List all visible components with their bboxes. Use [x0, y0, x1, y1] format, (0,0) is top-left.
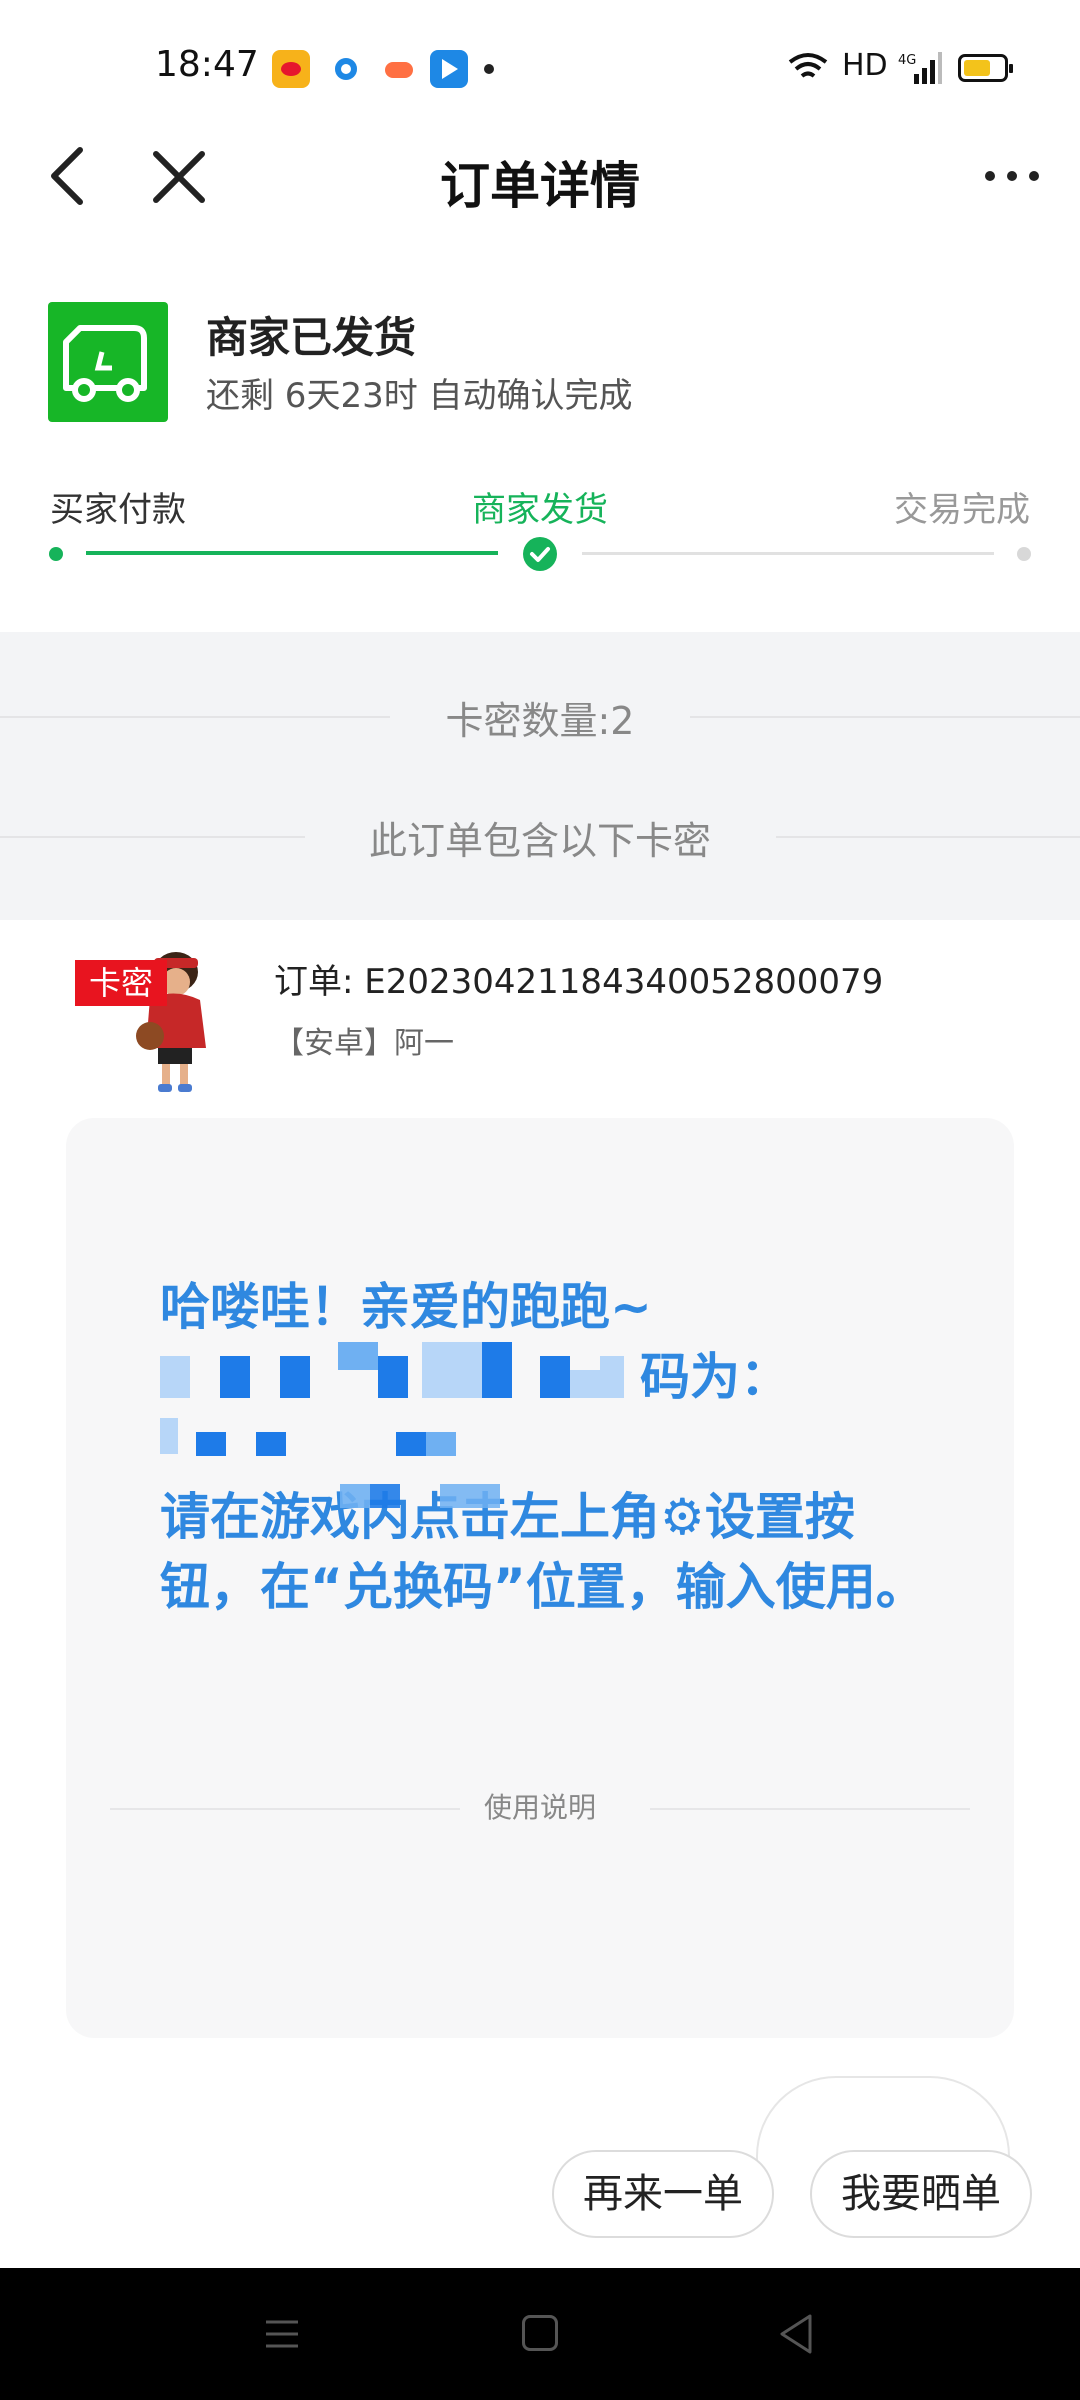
weibo-icon [272, 50, 310, 88]
status-time: 18:47 [155, 44, 259, 85]
signal-4g-icon: 4G [898, 52, 942, 84]
redacted-message-patch [220, 1484, 550, 1524]
order-number: 订单: E20230421184340052800079 [274, 962, 884, 1002]
delivery-truck-icon [48, 302, 168, 422]
message-redeem-code-label: 码为： [640, 1348, 790, 1406]
auto-confirm-countdown: 还剩 6天23时 自动确认完成 [206, 376, 633, 416]
more-options-icon[interactable] [982, 166, 1042, 186]
page-title: 订单详情 [440, 157, 640, 215]
progress-check-icon [523, 537, 557, 571]
step-transaction-complete: 交易完成 [894, 490, 1030, 530]
card-secret-header [0, 632, 1080, 920]
progress-line-pending [582, 552, 994, 555]
system-back-icon[interactable] [776, 2313, 816, 2355]
svg-text:4G: 4G [898, 53, 916, 68]
recent-apps-icon[interactable] [264, 2318, 300, 2350]
usage-instructions-label[interactable]: 使用说明 [0, 1786, 1080, 1826]
progress-line-completed [86, 551, 498, 555]
reorder-button[interactable]: 再来一单 [552, 2150, 774, 2238]
send-arrow-icon [430, 50, 468, 88]
progress-dot-completed [49, 547, 63, 561]
product-name: 【安卓】阿一 [274, 1026, 454, 1061]
card-secret-count: 卡密数量:2 [445, 699, 635, 743]
wifi-icon [788, 53, 828, 78]
app-circle-icon [327, 50, 365, 88]
home-icon[interactable] [522, 2315, 558, 2351]
network-label: HD [842, 48, 888, 83]
share-review-button[interactable]: 我要晒单 [810, 2150, 1032, 2238]
shipping-status-title: 商家已发货 [206, 313, 417, 362]
battery-icon [958, 54, 1013, 82]
redacted-redeem-code [160, 1412, 480, 1472]
more-notifications-dot-icon [484, 64, 494, 74]
message-greeting: 哈喽哇！亲爱的跑跑~ [160, 1278, 652, 1336]
game-controller-icon [380, 50, 418, 88]
card-secret-tag: 卡密 [75, 960, 167, 1006]
card-secret-description: 此订单包含以下卡密 [368, 819, 711, 863]
progress-dot-pending [1017, 547, 1031, 561]
